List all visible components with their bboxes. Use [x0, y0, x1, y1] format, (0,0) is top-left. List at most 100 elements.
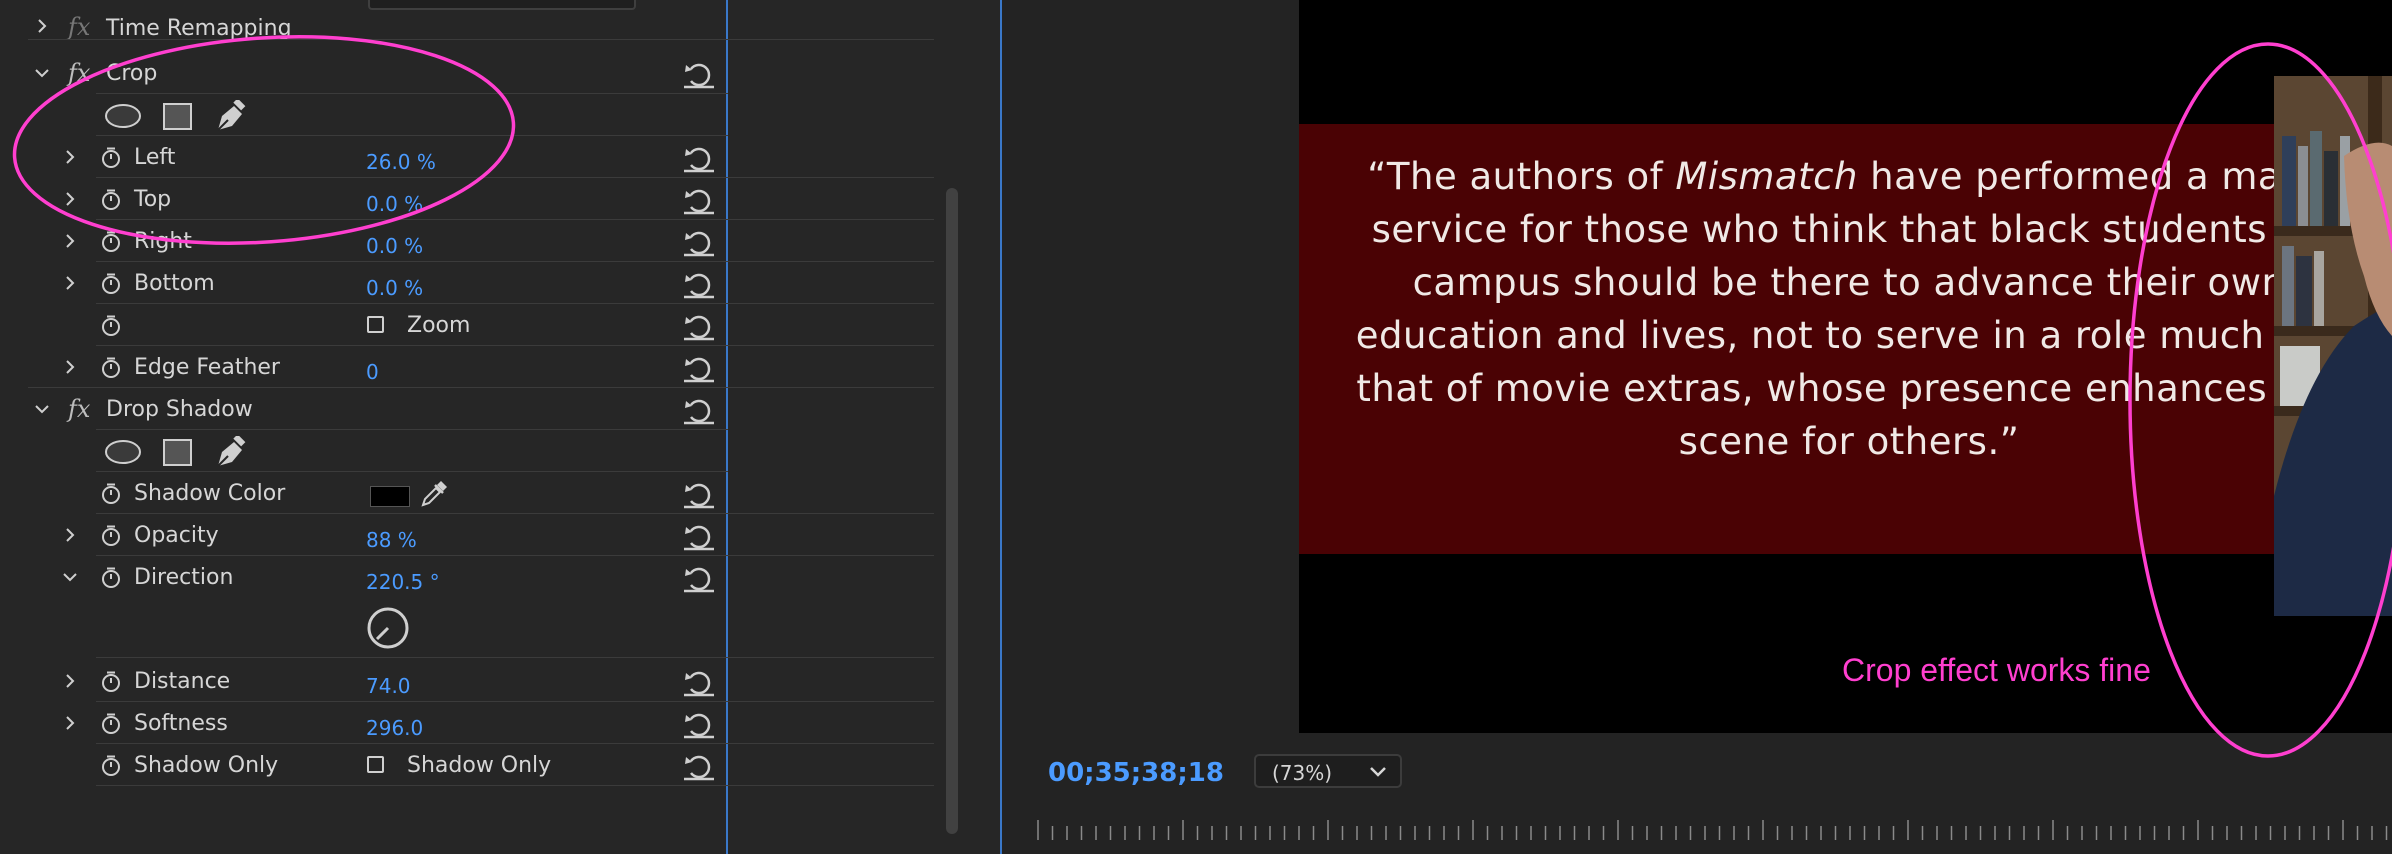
effect-controls-panel: fx Time Remapping fx Crop Left 26.0 % To…: [0, 0, 1000, 854]
stopwatch-icon[interactable]: [100, 357, 122, 379]
zoom-checkbox[interactable]: [367, 316, 384, 333]
effect-drop-shadow[interactable]: fx Drop Shadow: [0, 388, 728, 430]
stopwatch-icon[interactable]: [100, 525, 122, 547]
stopwatch-icon[interactable]: [100, 273, 122, 295]
stopwatch-icon[interactable]: [100, 567, 122, 589]
chevron-right-icon[interactable]: [62, 149, 78, 165]
eyedropper-icon[interactable]: [420, 480, 448, 508]
reset-icon[interactable]: [682, 523, 716, 551]
fx-icon[interactable]: fx: [68, 59, 90, 87]
reset-icon[interactable]: [682, 397, 716, 425]
param-shadow-color[interactable]: Shadow Color: [0, 472, 934, 514]
speaker-video-image: [2274, 76, 2392, 616]
param-right[interactable]: Right 0.0 %: [0, 220, 934, 262]
zoom-checkbox-label: Zoom: [407, 313, 471, 338]
param-value[interactable]: 0.0 %: [366, 276, 423, 300]
param-label: Opacity: [134, 523, 219, 548]
pen-mask-icon[interactable]: [214, 434, 248, 474]
param-direction[interactable]: Direction 220.5 °: [0, 556, 934, 658]
param-label: Softness: [134, 711, 228, 736]
chevron-right-icon[interactable]: [62, 275, 78, 291]
reset-icon[interactable]: [682, 355, 716, 383]
stopwatch-icon[interactable]: [100, 315, 122, 337]
param-value[interactable]: 0: [366, 360, 379, 384]
chevron-down-icon[interactable]: [62, 569, 78, 585]
param-distance[interactable]: Distance 74.0: [0, 660, 934, 702]
param-value[interactable]: 74.0: [366, 674, 411, 698]
param-label: Left: [134, 145, 176, 170]
drop-shadow-mask-tools-row: [0, 430, 728, 472]
annotation-caption: Crop effect works fine: [1842, 652, 2151, 688]
param-softness[interactable]: Softness 296.0: [0, 702, 934, 744]
effect-crop[interactable]: fx Crop: [0, 52, 728, 94]
param-value[interactable]: 296.0: [366, 716, 423, 740]
param-label: Shadow Only: [134, 753, 279, 778]
program-monitor: “The authors of Mismatch have performed …: [1000, 0, 2392, 854]
chevron-down-icon[interactable]: [34, 65, 50, 81]
pen-mask-icon[interactable]: [214, 98, 248, 138]
ellipse-mask-icon[interactable]: [104, 100, 142, 136]
chevron-right-icon[interactable]: [62, 527, 78, 543]
stopwatch-icon[interactable]: [100, 189, 122, 211]
stopwatch-icon[interactable]: [100, 671, 122, 693]
stopwatch-icon[interactable]: [100, 147, 122, 169]
fx-icon[interactable]: fx: [68, 395, 90, 423]
shadow-only-checkbox[interactable]: [367, 756, 384, 773]
reset-icon[interactable]: [682, 145, 716, 173]
shadow-color-swatch[interactable]: [370, 486, 410, 507]
shadow-only-checkbox-label: Shadow Only: [407, 753, 552, 778]
reset-icon[interactable]: [682, 481, 716, 509]
zoom-level-dropdown[interactable]: (73%): [1254, 754, 1402, 788]
program-video-frame[interactable]: “The authors of Mismatch have performed …: [1299, 0, 2392, 733]
reset-icon[interactable]: [682, 61, 716, 89]
param-label: Bottom: [134, 271, 215, 296]
rectangle-mask-icon[interactable]: [162, 100, 194, 136]
param-zoom[interactable]: Zoom: [0, 304, 934, 346]
chevron-right-icon[interactable]: [62, 233, 78, 249]
param-left[interactable]: Left 26.0 %: [0, 136, 934, 178]
param-label: Distance: [134, 669, 231, 694]
rectangle-mask-icon[interactable]: [162, 436, 194, 472]
reset-icon[interactable]: [682, 271, 716, 299]
reset-icon[interactable]: [682, 711, 716, 739]
param-label: Direction: [134, 565, 234, 590]
chevron-right-icon[interactable]: [62, 359, 78, 375]
param-value[interactable]: 88 %: [366, 528, 417, 552]
reset-icon[interactable]: [682, 313, 716, 341]
playhead-timecode[interactable]: 00;35;38;18: [1048, 758, 1224, 788]
param-value[interactable]: 26.0 %: [366, 150, 436, 174]
param-opacity[interactable]: Opacity 88 %: [0, 514, 934, 556]
param-value[interactable]: 0.0 %: [366, 192, 423, 216]
time-ruler[interactable]: [1030, 812, 2392, 854]
chevron-right-icon[interactable]: [62, 191, 78, 207]
reset-icon[interactable]: [682, 669, 716, 697]
timeline-clip-bar[interactable]: [368, 0, 636, 10]
scrollbar-thumb[interactable]: [946, 188, 958, 834]
param-edge-feather[interactable]: Edge Feather 0: [0, 346, 934, 388]
param-label: Top: [134, 187, 172, 212]
ellipse-mask-icon[interactable]: [104, 436, 142, 472]
param-bottom[interactable]: Bottom 0.0 %: [0, 262, 934, 304]
chevron-down-icon[interactable]: [34, 401, 50, 417]
reset-icon[interactable]: [682, 187, 716, 215]
chevron-right-icon[interactable]: [34, 18, 50, 34]
param-shadow-only[interactable]: Shadow Only Shadow Only: [0, 744, 934, 786]
reset-icon[interactable]: [682, 565, 716, 593]
stopwatch-icon[interactable]: [100, 483, 122, 505]
fx-icon[interactable]: fx: [68, 13, 90, 41]
stopwatch-icon[interactable]: [100, 755, 122, 777]
param-top[interactable]: Top 0.0 %: [0, 178, 934, 220]
reset-icon[interactable]: [682, 229, 716, 257]
param-value[interactable]: 0.0 %: [366, 234, 423, 258]
param-value[interactable]: 220.5 °: [366, 570, 440, 594]
param-label: Right: [134, 229, 192, 254]
chevron-right-icon[interactable]: [62, 673, 78, 689]
effect-name: Drop Shadow: [106, 397, 253, 422]
effect-time-remapping[interactable]: fx Time Remapping: [0, 10, 934, 41]
direction-dial-icon[interactable]: [366, 606, 409, 649]
stopwatch-icon[interactable]: [100, 231, 122, 253]
effect-name: Crop: [106, 61, 158, 86]
reset-icon[interactable]: [682, 753, 716, 781]
stopwatch-icon[interactable]: [100, 713, 122, 735]
chevron-right-icon[interactable]: [62, 715, 78, 731]
